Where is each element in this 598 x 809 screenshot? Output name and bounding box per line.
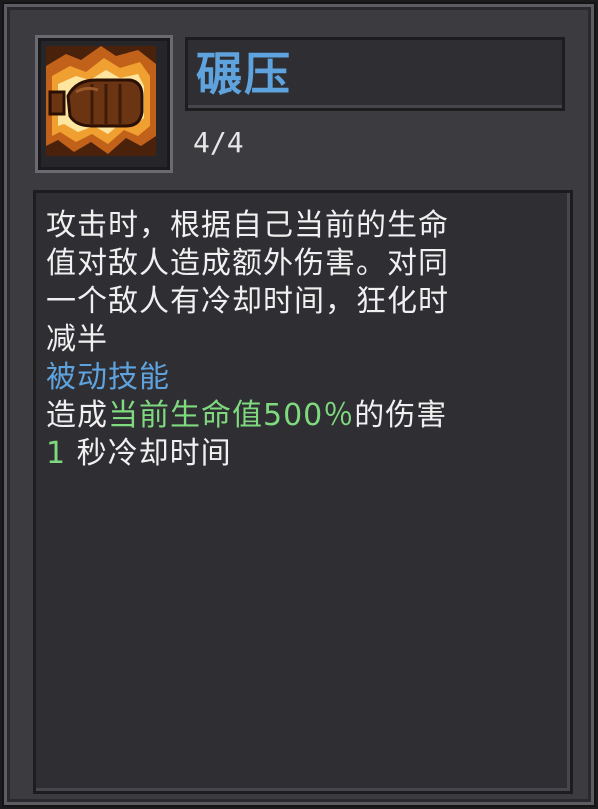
skill-type-label: 被动技能 bbox=[46, 360, 170, 395]
cooldown-label: 秒冷却时间 bbox=[66, 436, 232, 471]
effect-highlight: 当前生命值500％ bbox=[108, 398, 355, 433]
skill-effect-line: 造成当前生命值500％的伤害 bbox=[46, 397, 556, 435]
description-line: 一个敌人有冷却时间，狂化时 bbox=[46, 284, 449, 319]
skill-level: 4/4 bbox=[193, 126, 244, 159]
description-line: 攻击时，根据自己当前的生命 bbox=[46, 208, 449, 243]
crushing-fist-icon bbox=[46, 46, 156, 156]
description-line: 减半 bbox=[46, 322, 108, 357]
effect-suffix: 的伤害 bbox=[354, 398, 448, 433]
description-line: 值对敌人造成额外伤害。对同 bbox=[46, 246, 449, 281]
cooldown-value: 1 bbox=[46, 436, 67, 471]
skill-name-box: 碾压 bbox=[185, 37, 565, 111]
skill-description: 攻击时，根据自己当前的生命 值对敌人造成额外伤害。对同 一个敌人有冷却时间，狂化… bbox=[46, 207, 556, 473]
skill-name: 碾压 bbox=[196, 47, 292, 101]
effect-prefix: 造成 bbox=[46, 398, 108, 433]
cooldown-line: 1 秒冷却时间 bbox=[46, 435, 556, 473]
skill-tooltip-panel: 碾压 4/4 攻击时，根据自己当前的生命 值对敌人造成额外伤害。对同 一个敌人有… bbox=[4, 4, 594, 805]
skill-description-box: 攻击时，根据自己当前的生命 值对敌人造成额外伤害。对同 一个敌人有冷却时间，狂化… bbox=[33, 190, 573, 794]
skill-icon-frame bbox=[35, 35, 173, 173]
